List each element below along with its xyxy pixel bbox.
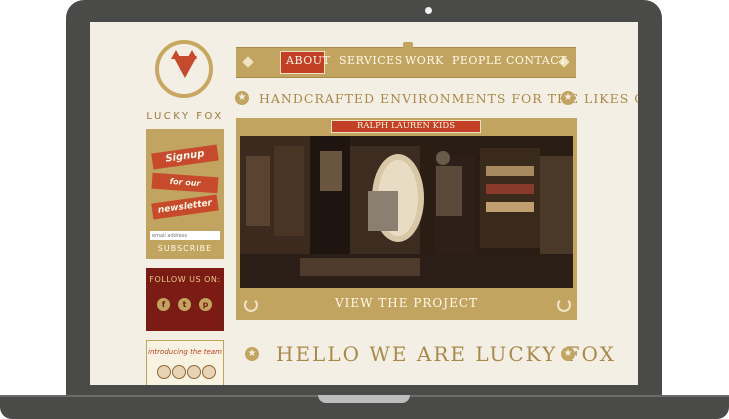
twitter-icon[interactable]: t: [178, 298, 191, 311]
nav-item-contact[interactable]: CONTACT: [506, 54, 567, 67]
signup-ribbon: Signup: [151, 144, 219, 170]
signup-ribbon: newsletter: [151, 194, 219, 220]
pinterest-icon[interactable]: p: [199, 298, 212, 311]
star-icon: ★: [561, 347, 575, 361]
facebook-icon[interactable]: f: [157, 298, 170, 311]
nav-item-services[interactable]: SERVICES: [339, 54, 403, 67]
brand-name: LUCKY FOX: [146, 111, 224, 122]
website-screen: LUCKY FOX ABOUT SERVICES WORK PEOPLE CON…: [90, 22, 638, 385]
lucky-fox-logo[interactable]: [155, 40, 213, 98]
newsletter-signup: Signup for our newsletter SUBSCRIBE: [146, 129, 224, 259]
star-icon: ★: [561, 91, 575, 105]
next-arrow-icon[interactable]: [557, 298, 571, 312]
tagline: HANDCRAFTED ENVIRONMENTS FOR THE LIKES O…: [259, 91, 638, 106]
view-project-link[interactable]: VIEW THE PROJECT: [236, 292, 577, 314]
star-icon: ★: [235, 91, 249, 105]
email-field[interactable]: [150, 231, 220, 240]
nav-item-people[interactable]: PEOPLE: [452, 54, 502, 67]
follow-title: FOLLOW US ON:: [149, 275, 221, 284]
store-interior-image: [240, 136, 573, 288]
project-showcase: RALPH LAUREN KIDS VIEW THE PROJECT: [236, 118, 577, 320]
team-member-avatar: [187, 365, 201, 379]
nav-item-work[interactable]: WORK: [405, 54, 444, 67]
laptop-notch: [318, 395, 410, 403]
team-member-avatar: [172, 365, 186, 379]
signup-ribbon: for our: [151, 172, 219, 194]
team-member-avatar: [157, 365, 171, 379]
project-client-label: RALPH LAUREN KIDS: [331, 120, 481, 133]
team-member-avatar: [202, 365, 216, 379]
team-intro-card[interactable]: introducing the team: [146, 340, 224, 385]
nav-item-about[interactable]: ABOUT: [286, 54, 330, 67]
camera-dot: [425, 7, 432, 14]
project-photo[interactable]: [240, 136, 573, 288]
star-icon: ★: [245, 347, 259, 361]
fox-head-icon: [173, 56, 197, 78]
main-nav: ABOUT SERVICES WORK PEOPLE CONTACT: [236, 42, 576, 78]
team-title: introducing the team: [148, 348, 222, 356]
diamond-icon: [242, 56, 254, 68]
crown-icon: [403, 42, 413, 50]
social-follow-panel: FOLLOW US ON: f t p: [146, 268, 224, 331]
subscribe-button[interactable]: SUBSCRIBE: [146, 244, 224, 253]
